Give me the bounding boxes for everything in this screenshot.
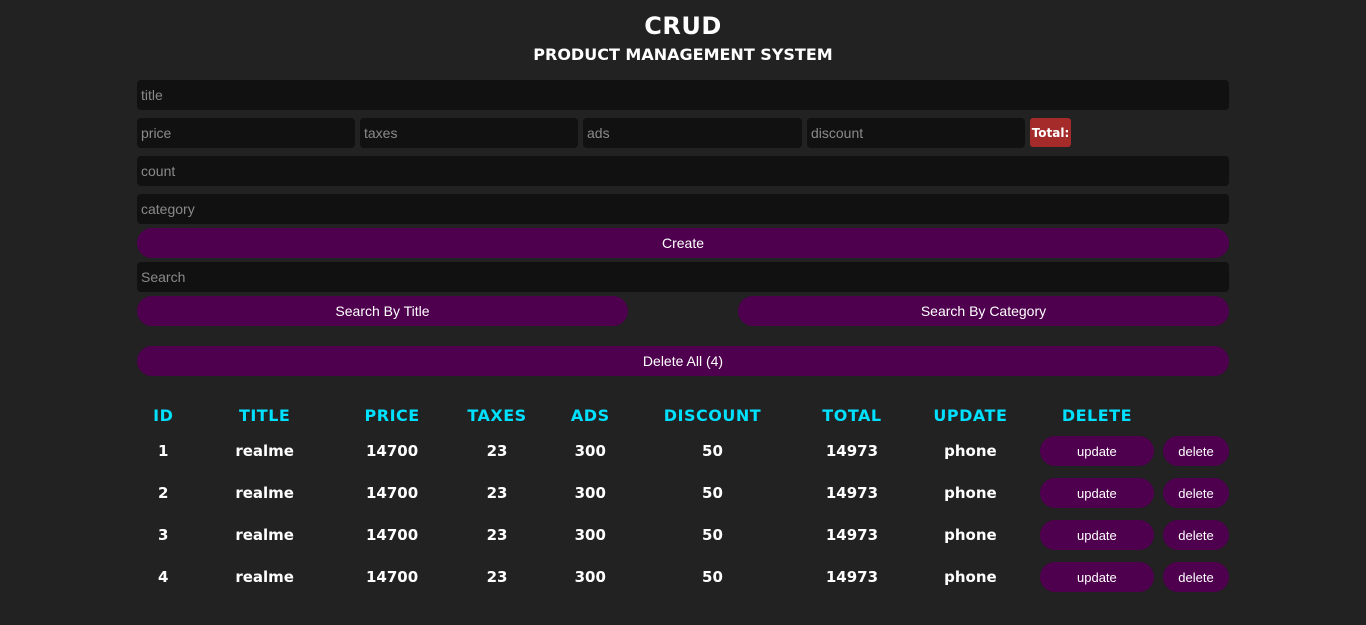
cell-id: 4 (158, 568, 169, 586)
cell-total: 14973 (825, 442, 879, 460)
cell-title: realme (235, 526, 294, 544)
cell-title: realme (235, 442, 294, 460)
header-taxes: TAXES (467, 405, 527, 425)
cell-taxes: 23 (486, 442, 508, 460)
header-total: TOTAL (822, 405, 882, 425)
cell-total: 14973 (825, 526, 879, 544)
header-discount: DISCOUNT (663, 405, 762, 425)
cell-title: realme (235, 484, 294, 502)
total-badge: Total: (1030, 118, 1071, 147)
header-price: PRICE (364, 405, 420, 425)
update-button[interactable]: update (1039, 562, 1154, 592)
table-row: 4 realme 14700 23 300 50 14973 phone upd… (137, 556, 1229, 598)
cell-category: phone (944, 442, 997, 460)
header-delete: DELETE (1061, 405, 1132, 425)
header-update: UPDATE (933, 405, 1008, 425)
cell-ads: 300 (574, 526, 606, 544)
search-by-title-button[interactable]: Search By Title (137, 296, 628, 326)
cell-total: 14973 (825, 568, 879, 586)
cell-taxes: 23 (486, 484, 508, 502)
title-input[interactable] (137, 80, 1229, 110)
cell-id: 1 (158, 442, 169, 460)
table-row: 1 realme 14700 23 300 50 14973 phone upd… (137, 430, 1229, 472)
cell-price: 14700 (366, 526, 419, 544)
search-by-category-button[interactable]: Search By Category (738, 296, 1229, 326)
taxes-input[interactable] (360, 118, 578, 148)
update-button[interactable]: update (1039, 436, 1154, 466)
page-title: CRUD (644, 12, 722, 40)
delete-button[interactable]: delete (1162, 436, 1229, 466)
header-ads: ADS (570, 405, 610, 425)
cell-category: phone (944, 568, 997, 586)
update-button[interactable]: update (1039, 520, 1154, 550)
cell-discount: 50 (702, 568, 723, 586)
cell-price: 14700 (366, 568, 419, 586)
cell-category: phone (944, 484, 997, 502)
update-button[interactable]: update (1039, 478, 1154, 508)
category-input[interactable] (137, 194, 1229, 224)
table-header-row: ID TITLE PRICE TAXES ADS DISCOUNT TOTAL … (137, 400, 1229, 430)
cell-total: 14973 (825, 484, 879, 502)
ads-input[interactable] (583, 118, 802, 148)
header-title: TITLE (238, 405, 291, 425)
delete-button[interactable]: delete (1162, 520, 1229, 550)
delete-button[interactable]: delete (1162, 478, 1229, 508)
cell-taxes: 23 (486, 568, 508, 586)
cell-ads: 300 (574, 442, 606, 460)
cell-id: 3 (158, 526, 169, 544)
discount-input[interactable] (807, 118, 1025, 148)
cell-discount: 50 (702, 526, 723, 544)
cell-id: 2 (158, 484, 169, 502)
search-input[interactable] (137, 262, 1229, 292)
page-subtitle: PRODUCT MANAGEMENT SYSTEM (533, 45, 833, 64)
cell-price: 14700 (366, 484, 419, 502)
cell-category: phone (944, 526, 997, 544)
header-id: ID (153, 405, 174, 425)
cell-ads: 300 (574, 484, 606, 502)
table-row: 3 realme 14700 23 300 50 14973 phone upd… (137, 514, 1229, 556)
count-input[interactable] (137, 156, 1229, 186)
cell-ads: 300 (574, 568, 606, 586)
price-input[interactable] (137, 118, 355, 148)
products-table: ID TITLE PRICE TAXES ADS DISCOUNT TOTAL … (137, 400, 1229, 598)
delete-all-button[interactable]: Delete All (4) (137, 346, 1229, 376)
delete-button[interactable]: delete (1162, 562, 1229, 592)
cell-discount: 50 (702, 484, 723, 502)
cell-price: 14700 (366, 442, 419, 460)
cell-discount: 50 (702, 442, 723, 460)
table-row: 2 realme 14700 23 300 50 14973 phone upd… (137, 472, 1229, 514)
create-button[interactable]: Create (137, 228, 1229, 258)
cell-title: realme (235, 568, 294, 586)
cell-taxes: 23 (486, 526, 508, 544)
